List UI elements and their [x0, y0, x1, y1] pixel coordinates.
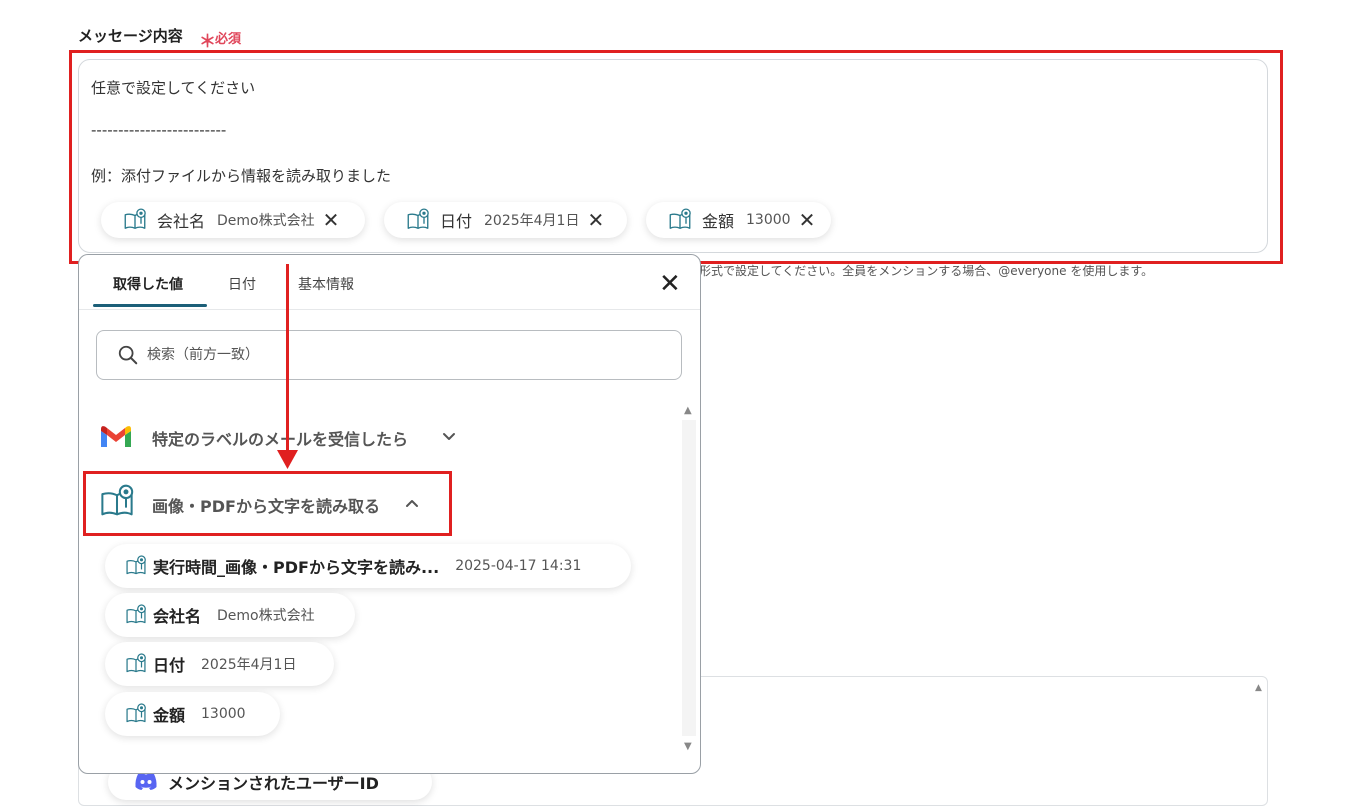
required-label: 必須 — [215, 32, 242, 47]
tab-date[interactable]: 日付 — [228, 274, 256, 294]
item-value: Demo株式会社 — [217, 608, 315, 624]
item-name: 金額 — [153, 706, 186, 725]
highlight-annotation-message — [69, 50, 1283, 264]
message-field-label: メッセージ内容 — [78, 27, 183, 45]
highlight-annotation-ocr-section — [83, 471, 452, 536]
search-field[interactable] — [96, 330, 682, 380]
scroll-up-arrow-icon[interactable]: ▲ — [684, 405, 692, 416]
tab-basic-info[interactable]: 基本情報 — [298, 274, 354, 294]
item-value: 2025年4月1日 — [201, 657, 297, 673]
required-asterisk: ＊ — [199, 32, 216, 52]
helper-text: 形式で設定してください。全員をメンションする場合、@everyone を使用しま… — [699, 264, 1154, 278]
ocr-book-icon — [125, 604, 147, 626]
variable-item-amount[interactable]: 金額 13000 — [105, 692, 280, 736]
variable-item-company[interactable]: 会社名 Demo株式会社 — [105, 593, 355, 637]
active-tab-indicator — [93, 304, 207, 307]
item-name: 実行時間_画像・PDFから文字を読み... — [153, 558, 440, 577]
item-name: 会社名 — [153, 607, 202, 626]
ocr-book-icon — [125, 555, 147, 577]
item-value: 13000 — [201, 706, 246, 722]
discord-icon — [135, 772, 157, 790]
annotation-arrow-head-icon — [277, 450, 298, 469]
annotation-arrow-line — [286, 264, 289, 454]
scroll-down-arrow-icon[interactable]: ▼ — [684, 741, 692, 752]
variable-item-date[interactable]: 日付 2025年4月1日 — [105, 642, 334, 686]
section-title-gmail-trigger[interactable]: 特定のラベルのメールを受信したら — [152, 426, 408, 450]
variable-item-execution-time[interactable]: 実行時間_画像・PDFから文字を読み... 2025-04-17 14:31 — [105, 544, 631, 588]
chevron-down-icon[interactable] — [441, 430, 457, 444]
scrollbar-track[interactable] — [682, 420, 696, 736]
item-name: 日付 — [153, 656, 186, 675]
ocr-book-icon — [125, 653, 147, 675]
tab-retrieved-values[interactable]: 取得した値 — [113, 274, 183, 294]
search-input[interactable] — [145, 346, 629, 364]
item-value: 2025-04-17 14:31 — [455, 558, 582, 574]
close-icon[interactable]: ✕ — [659, 271, 681, 297]
search-icon — [118, 345, 138, 365]
tab-divider — [79, 309, 700, 310]
scroll-up-arrow-icon[interactable]: ▲ — [1255, 683, 1262, 693]
ocr-book-icon — [125, 703, 147, 725]
gmail-icon — [101, 426, 131, 447]
